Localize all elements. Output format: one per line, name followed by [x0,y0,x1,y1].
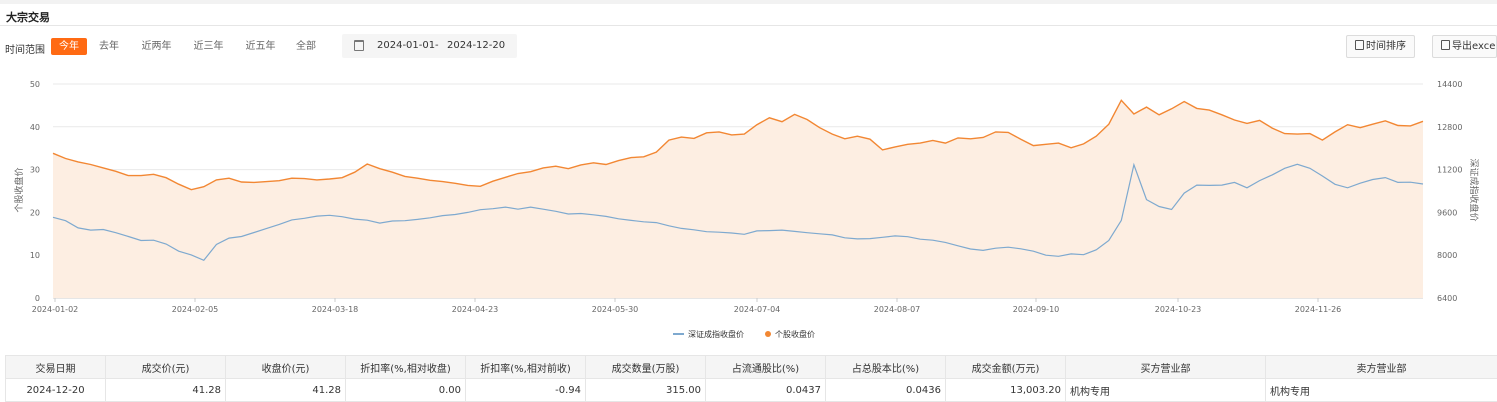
legend-stock-label: 个股收盘价 [775,329,815,339]
right-tick-label: 11200 [1437,166,1462,175]
column-header: 折扣率(%,相对收盘) [346,356,466,379]
table-cell: 0.0437 [706,379,826,402]
table-cell: 315.00 [586,379,706,402]
left-tick-label: 0 [35,294,40,303]
block-trade-table: 交易日期成交价(元)收盘价(元)折扣率(%,相对收盘)折扣率(%,相对前收)成交… [5,355,1497,402]
column-header: 成交数量(万股) [586,356,706,379]
table-cell: 41.28 [106,379,226,402]
column-header: 占流通股比(%) [706,356,826,379]
left-tick-label: 50 [30,80,40,89]
table-cell: 机构专用 [1266,379,1497,402]
x-tick-label: 2024-08-07 [874,305,921,314]
right-axis-title: 深证成指收盘价 [1468,158,1480,221]
x-tick-label: 2024-10-23 [1155,305,1202,314]
left-axis-title: 个股收盘价 [13,167,25,212]
right-axis-ticks: 6400 8000 9600 11200 12800 14400 [1437,80,1462,303]
right-tick-label: 6400 [1437,294,1457,303]
table-cell: 41.28 [226,379,346,402]
left-axis-ticks: 0 10 20 30 40 50 [30,80,40,303]
legend-stock-swatch [765,331,771,337]
column-header: 交易日期 [6,356,106,379]
x-axis-ticks: 2024-01-02 2024-02-05 2024-03-18 2024-04-23… [32,298,1342,314]
x-tick-label: 2024-01-02 [32,305,79,314]
column-header: 占总股本比(%) [826,356,946,379]
left-tick-label: 30 [30,166,40,175]
stock-price-area [53,100,1423,298]
legend-index-label: 深证成指收盘价 [688,329,744,339]
right-tick-label: 8000 [1437,251,1457,260]
right-tick-label: 14400 [1437,80,1462,89]
x-tick-label: 2024-09-10 [1013,305,1060,314]
x-tick-label: 2024-04-23 [452,305,499,314]
table-header-row: 交易日期成交价(元)收盘价(元)折扣率(%,相对收盘)折扣率(%,相对前收)成交… [6,356,1497,379]
left-tick-label: 40 [30,123,40,132]
x-tick-label: 2024-03-18 [312,305,359,314]
x-tick-label: 2024-02-05 [172,305,219,314]
left-tick-label: 10 [30,251,40,260]
table-cell: -0.94 [466,379,586,402]
table-cell: 2024-12-20 [6,379,106,402]
x-tick-label: 2024-11-26 [1295,305,1342,314]
left-tick-label: 20 [30,208,40,217]
table-cell: 0.00 [346,379,466,402]
table-cell: 机构专用 [1066,379,1266,402]
legend[interactable]: 深证成指收盘价 个股收盘价 [673,329,815,339]
column-header: 成交金额(万元) [946,356,1066,379]
column-header: 卖方营业部 [1266,356,1497,379]
x-tick-label: 2024-07-04 [734,305,781,314]
table-cell: 0.0436 [826,379,946,402]
price-chart: 01020304050 640080009600112001280014400 … [0,0,1497,355]
right-tick-label: 12800 [1437,123,1462,132]
column-header: 收盘价(元) [226,356,346,379]
column-header: 折扣率(%,相对前收) [466,356,586,379]
table-cell: 13,003.20 [946,379,1066,402]
table-row: 2024-12-2041.2841.280.00-0.94315.000.043… [6,379,1497,402]
right-tick-label: 9600 [1437,208,1457,217]
column-header: 买方营业部 [1066,356,1266,379]
column-header: 成交价(元) [106,356,226,379]
x-tick-label: 2024-05-30 [592,305,639,314]
